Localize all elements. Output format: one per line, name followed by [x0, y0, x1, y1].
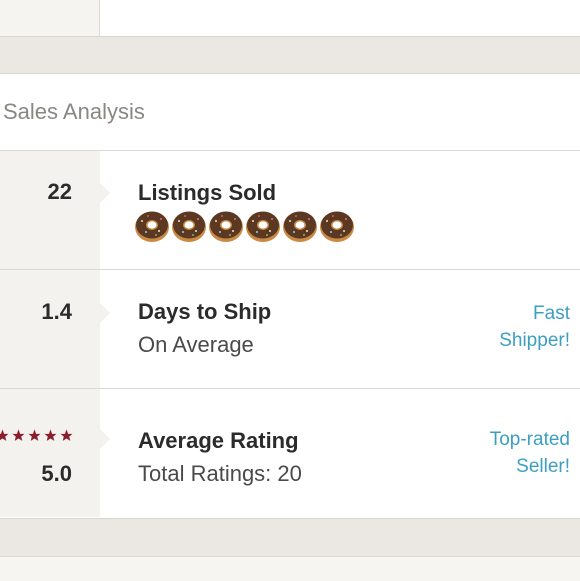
pointer-arrow: [100, 429, 110, 449]
star-icon: [12, 429, 25, 441]
badge-line: Shipper!: [499, 330, 570, 351]
previous-card-content: [100, 0, 580, 36]
stat-value-cell: 22: [0, 151, 100, 269]
listings-sold-label: Listings Sold: [138, 180, 277, 205]
pointer-arrow: [100, 183, 110, 203]
stat-row-average-rating: 5.0 Average Rating Total Ratings: 20 Top…: [0, 389, 580, 517]
listings-sold-value: 22: [47, 179, 72, 204]
panel-title: Sales Analysis: [3, 99, 145, 124]
star-icon: [44, 429, 57, 441]
days-to-ship-value: 1.4: [41, 299, 72, 324]
days-to-ship-sublabel: On Average: [138, 332, 254, 357]
pointer-arrow: [100, 303, 110, 323]
star-icon: [0, 429, 9, 441]
fast-shipper-badge: Fast Shipper!: [440, 300, 570, 354]
rating-stars: [0, 429, 73, 442]
stat-value-cell: 5.0: [0, 389, 100, 517]
previous-card-divider: [99, 0, 100, 36]
stat-row-days-to-ship: 1.4 Days to Ship On Average Fast Shipper…: [0, 270, 580, 389]
stat-row-listings-sold: 22 Listings Sold: [0, 151, 580, 270]
stat-value-cell: 1.4: [0, 270, 100, 388]
average-rating-value: 5.0: [41, 461, 72, 486]
badge-line: Top-rated: [489, 429, 570, 450]
sales-analysis-panel: Sales Analysis 22 Listings Sold 1.4 Days…: [0, 73, 580, 519]
donut-icon: [246, 211, 280, 242]
days-to-ship-label: Days to Ship: [138, 299, 272, 324]
total-ratings-text: Total Ratings: 20: [138, 461, 302, 486]
panel-header: Sales Analysis: [0, 74, 580, 151]
star-icon: [60, 429, 73, 441]
donut-icon: [172, 211, 206, 242]
donut-icon: [135, 211, 169, 242]
next-card: [0, 556, 580, 581]
donut-icon: [209, 211, 243, 242]
badge-line: Seller!: [516, 456, 570, 477]
donut-icon: [283, 211, 317, 242]
badge-line: Fast: [533, 303, 570, 324]
average-rating-label: Average Rating: [138, 428, 299, 453]
donut-icon: [320, 211, 354, 242]
previous-card: [0, 0, 580, 37]
star-icon: [28, 429, 41, 441]
donut-icons: [134, 209, 355, 243]
top-rated-seller-badge: Top-rated Seller!: [440, 426, 570, 480]
